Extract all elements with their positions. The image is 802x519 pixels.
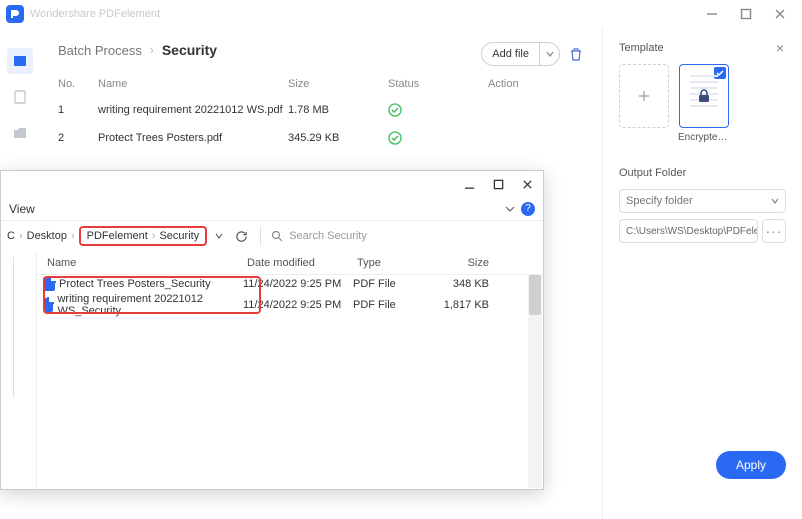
output-mode-select[interactable]: Specify folder — [619, 189, 786, 213]
explorer-search-input[interactable]: Search Security — [267, 230, 537, 242]
help-icon[interactable]: ? — [521, 202, 535, 216]
file-size: 1,817 KB — [433, 299, 503, 311]
col-status: Status — [388, 78, 488, 90]
bc-desktop[interactable]: Desktop — [27, 230, 67, 242]
file-size: 348 KB — [433, 278, 503, 290]
template-add-button[interactable] — [619, 64, 669, 128]
explorer-file-list: Name Date modified Type Size Protect Tre… — [37, 251, 543, 489]
filename-highlight — [43, 276, 261, 314]
explorer-view-tab[interactable]: View — [9, 202, 35, 216]
breadcrumb-root[interactable]: Batch Process — [58, 43, 142, 58]
delete-icon[interactable] — [568, 46, 584, 62]
cell-size: 1.78 MB — [288, 104, 388, 116]
col-no: No. — [58, 78, 98, 90]
file-explorer-window: View ? C› Desktop› PDFelement› Security … — [0, 170, 544, 490]
output-mode-value: Specify folder — [626, 195, 693, 207]
search-placeholder: Search Security — [289, 230, 367, 242]
refresh-icon[interactable] — [235, 230, 248, 243]
panel-close-icon[interactable]: × — [776, 40, 784, 56]
bc-pdfelement[interactable]: PDFelement — [87, 230, 148, 242]
cell-name: Protect Trees Posters.pdf — [98, 132, 288, 144]
col-size: Size — [288, 78, 388, 90]
app-title: Wondershare PDFelement — [30, 8, 706, 20]
scrollbar-thumb[interactable] — [529, 275, 541, 315]
rail-item-home[interactable] — [7, 48, 33, 74]
browse-button[interactable]: ··· — [762, 219, 786, 243]
scrollbar[interactable] — [528, 275, 542, 488]
output-folder-label: Output Folder — [619, 167, 786, 179]
app-logo — [6, 5, 24, 23]
template-card[interactable]: Encrypted ... — [679, 64, 729, 143]
window-maximize-icon[interactable] — [740, 8, 752, 20]
bc-highlight: PDFelement› Security — [79, 226, 208, 246]
right-sidebar: × Template Encrypted ... Outpu — [602, 28, 802, 519]
file-table-header: No. Name Size Status Action — [58, 72, 584, 96]
table-row[interactable]: 2 Protect Trees Posters.pdf 345.29 KB — [58, 124, 584, 152]
col-date[interactable]: Date modified — [243, 257, 353, 269]
bc-security[interactable]: Security — [159, 230, 199, 242]
file-type: PDF File — [353, 278, 433, 290]
bc-drive[interactable]: C — [7, 230, 15, 242]
window-minimize-icon[interactable] — [706, 8, 718, 20]
cell-no: 2 — [58, 132, 98, 144]
cell-no: 1 — [58, 104, 98, 116]
explorer-maximize-icon[interactable] — [493, 179, 504, 190]
col-name: Name — [98, 78, 288, 90]
chevron-right-icon: › — [150, 43, 154, 57]
explorer-minimize-icon[interactable] — [464, 179, 475, 190]
add-file-label: Add file — [482, 48, 539, 60]
file-type: PDF File — [353, 299, 433, 311]
apply-button[interactable]: Apply — [716, 451, 786, 479]
explorer-tree-pane[interactable] — [1, 251, 37, 489]
template-name: Encrypted ... — [678, 132, 730, 143]
rail-item-document[interactable] — [7, 84, 33, 110]
col-action: Action — [488, 78, 568, 90]
titlebar: Wondershare PDFelement — [0, 0, 802, 28]
col-size[interactable]: Size — [433, 257, 503, 269]
address-dropdown-icon[interactable] — [215, 232, 223, 240]
cell-size: 345.29 KB — [288, 132, 388, 144]
status-success-icon — [388, 103, 488, 117]
col-name[interactable]: Name — [43, 257, 243, 269]
chevron-down-icon — [771, 197, 779, 205]
col-type[interactable]: Type — [353, 257, 433, 269]
chevron-down-icon[interactable] — [505, 204, 515, 214]
output-path-field[interactable]: C:\Users\WS\Desktop\PDFelement\Sec — [619, 219, 758, 243]
status-success-icon — [388, 131, 488, 145]
window-close-icon[interactable] — [774, 8, 786, 20]
lock-icon — [695, 87, 713, 105]
breadcrumb-current: Security — [162, 42, 217, 58]
add-file-dropdown[interactable] — [539, 43, 559, 65]
rail-item-folder[interactable] — [7, 120, 33, 146]
add-file-button[interactable]: Add file — [481, 42, 560, 66]
search-icon — [271, 230, 283, 242]
template-label: Template — [619, 42, 786, 54]
explorer-list-header: Name Date modified Type Size — [37, 251, 543, 275]
table-row[interactable]: 1 writing requirement 20221012 WS.pdf 1.… — [58, 96, 584, 124]
cell-name: writing requirement 20221012 WS.pdf — [98, 104, 288, 116]
explorer-close-icon[interactable] — [522, 179, 533, 190]
explorer-address-bar: C› Desktop› PDFelement› Security Search … — [1, 221, 543, 251]
